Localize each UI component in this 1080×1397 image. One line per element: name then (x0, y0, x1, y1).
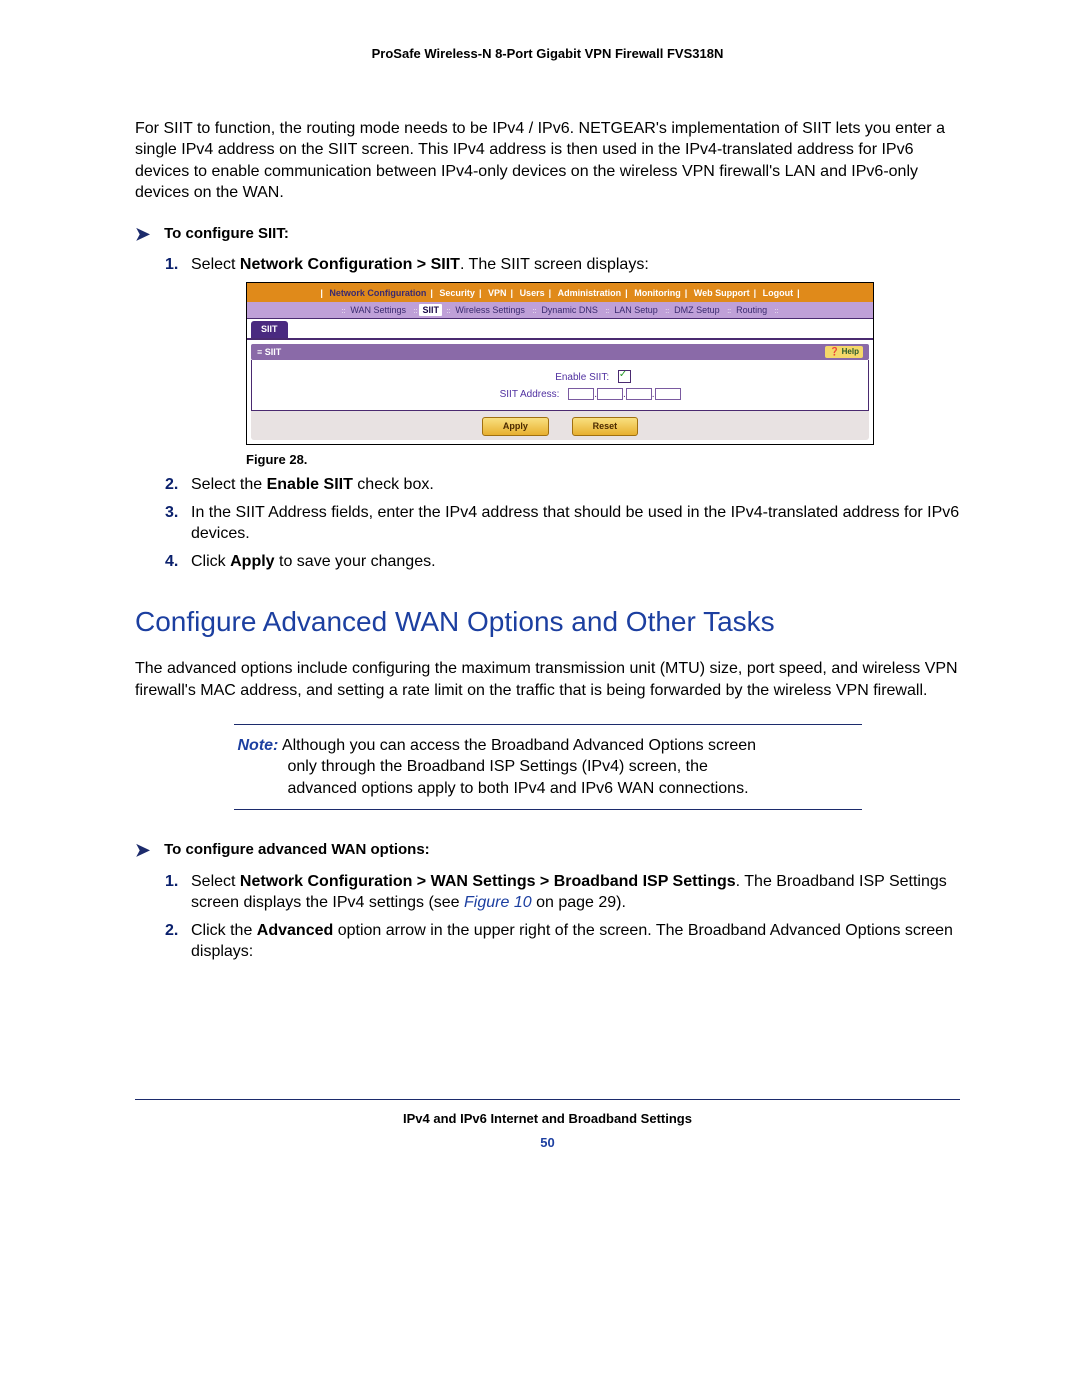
task-heading-siit: ➤ To configure SIIT: (135, 222, 960, 246)
subnav-wireless[interactable]: Wireless Settings (452, 305, 528, 315)
footer-title: IPv4 and IPv6 Internet and Broadband Set… (135, 1110, 960, 1128)
enable-siit-checkbox[interactable] (618, 370, 631, 383)
siit-screenshot: | Network Configuration| Security| VPN| … (246, 282, 874, 445)
shot-tabrow: SIIT (247, 318, 873, 337)
step-1b: 1. Select Network Configuration > WAN Se… (165, 871, 960, 914)
siit-addr-2[interactable] (597, 388, 623, 400)
shot-pane: SIIT Help Enable SIIT: SIIT Address: ...… (247, 338, 873, 444)
chevron-right-icon: ➤ (135, 222, 150, 246)
section-bar-title: SIIT (257, 346, 281, 358)
task-heading-wan: ➤ To configure advanced WAN options: (135, 838, 960, 862)
step-2b: 2. Click the Advanced option arrow in th… (165, 920, 960, 963)
shot-button-row: Apply Reset (251, 411, 869, 439)
section-bar: SIIT Help (251, 344, 869, 361)
siit-addr-4[interactable] (655, 388, 681, 400)
nav-logout[interactable]: Logout (761, 288, 796, 298)
page-number: 50 (135, 1134, 960, 1152)
siit-address-label: SIIT Address: (439, 388, 559, 402)
footer-rule (135, 1099, 960, 1100)
step-1: 1. Select Network Configuration > SIIT. … (165, 254, 960, 468)
nav-monitoring[interactable]: Monitoring (632, 288, 683, 298)
section-heading-wan: Configure Advanced WAN Options and Other… (135, 603, 960, 641)
nav-vpn[interactable]: VPN (486, 288, 509, 298)
section-paragraph: The advanced options include configuring… (135, 658, 960, 701)
steps-list-siit: 1. Select Network Configuration > SIIT. … (165, 254, 960, 572)
task-title: To configure SIIT: (164, 224, 289, 244)
step-2: 2. Select the Enable SIIT check box. (165, 474, 960, 496)
step-3: 3. In the SIIT Address fields, enter the… (165, 502, 960, 545)
nav-admin[interactable]: Administration (556, 288, 624, 298)
note-label: Note: (238, 737, 279, 754)
nav-users[interactable]: Users (518, 288, 547, 298)
siit-addr-1[interactable] (568, 388, 594, 400)
subnav-siit[interactable]: SIIT (419, 304, 442, 316)
shot-sub-nav: ::WAN Settings ::SIIT ::Wireless Setting… (247, 302, 873, 318)
subnav-wan[interactable]: WAN Settings (347, 305, 409, 315)
figure-caption: Figure 28. (246, 451, 960, 469)
subnav-lan[interactable]: LAN Setup (611, 305, 661, 315)
reset-button[interactable]: Reset (572, 417, 639, 435)
apply-button[interactable]: Apply (482, 417, 549, 435)
nav-network-config[interactable]: Network Configuration (327, 288, 428, 298)
note-block: Note: Although you can access the Broadb… (234, 724, 862, 811)
task-title: To configure advanced WAN options: (164, 840, 430, 860)
nav-websupport[interactable]: Web Support (692, 288, 752, 298)
document-header: ProSafe Wireless-N 8-Port Gigabit VPN Fi… (135, 45, 960, 63)
subnav-ddns[interactable]: Dynamic DNS (538, 305, 601, 315)
siit-form: Enable SIIT: SIIT Address: ... (251, 360, 869, 411)
subnav-routing[interactable]: Routing (733, 305, 770, 315)
steps-list-wan: 1. Select Network Configuration > WAN Se… (165, 871, 960, 963)
step-4: 4. Click Apply to save your changes. (165, 551, 960, 573)
tab-siit[interactable]: SIIT (251, 321, 288, 337)
subnav-dmz[interactable]: DMZ Setup (671, 305, 723, 315)
siit-addr-3[interactable] (626, 388, 652, 400)
enable-siit-label: Enable SIIT: (489, 371, 609, 385)
figure-link[interactable]: Figure 10 (464, 894, 532, 911)
nav-security[interactable]: Security (437, 288, 477, 298)
intro-paragraph: For SIIT to function, the routing mode n… (135, 118, 960, 204)
shot-top-nav: | Network Configuration| Security| VPN| … (247, 283, 873, 302)
help-button[interactable]: Help (825, 346, 863, 359)
chevron-right-icon: ➤ (135, 838, 150, 862)
